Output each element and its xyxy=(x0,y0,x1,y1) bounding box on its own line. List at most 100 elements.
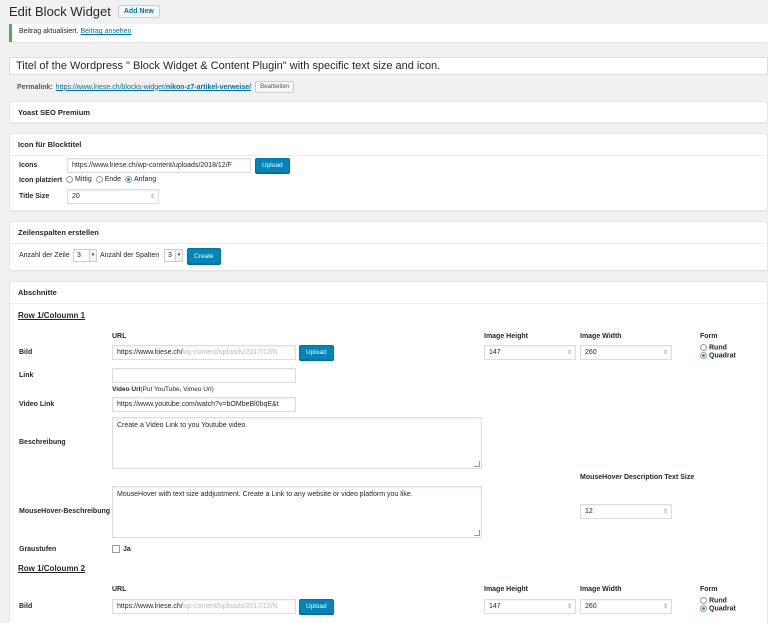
row1-video-hint: Video Url(Put YouTube, Vimeo Url) xyxy=(112,386,214,393)
resize-grip-icon[interactable] xyxy=(474,461,480,467)
row1-video-label: Video Link xyxy=(19,401,55,408)
row1-gray-label: Graustufen xyxy=(19,546,57,553)
permalink-label: Permalink: xyxy=(17,83,53,91)
row1-heading: Row 1/Coloumn 1 xyxy=(18,311,86,320)
row1-mh-textarea[interactable]: MouseHover with text size addjustment. C… xyxy=(112,486,482,538)
row1-form-quadrat[interactable]: Quadrat xyxy=(700,352,736,360)
row1-url-input[interactable]: https://www.lriese.ch/wp-content/uploads… xyxy=(112,345,296,360)
row1-desc-value: Create a Video Link to you Youtube video… xyxy=(117,422,248,429)
select-arrow-icon: ▾ xyxy=(89,250,96,261)
create-button[interactable]: Create xyxy=(187,248,221,264)
spinner-icon[interactable]: ⇕ xyxy=(663,600,668,613)
spinner-icon[interactable]: ⇕ xyxy=(663,346,668,359)
cols-count-select[interactable]: 3 ▾ xyxy=(164,249,183,262)
row1-width-input[interactable]: 260 ⇕ xyxy=(580,345,672,360)
row2-url-header: URL xyxy=(112,586,127,593)
resize-grip-icon[interactable] xyxy=(474,530,480,536)
row2-form-header: Form xyxy=(700,586,718,593)
radio-mittig-label: Mittig xyxy=(75,176,92,184)
yoast-box: Yoast SEO Premium xyxy=(9,101,768,123)
row1-bild-label: Bild xyxy=(19,349,33,356)
row1-desc-label: Beschreibung xyxy=(19,439,66,446)
title-size-label: Title Size xyxy=(19,193,50,200)
row1-mh-size-input[interactable]: 12 ⇕ xyxy=(580,504,672,519)
row2-form-quadrat[interactable]: Quadrat xyxy=(700,605,736,613)
radio-anfang-circle[interactable] xyxy=(125,176,132,183)
title-size-input[interactable]: 20 ⇕ xyxy=(67,189,159,204)
radio-quadrat-label: Quadrat xyxy=(709,605,736,613)
row1-height-input[interactable]: 147 ⇕ xyxy=(484,345,576,360)
row1-link-label: Link xyxy=(19,372,34,379)
icon-box: Icon für Blocktitel Icons https://www.lr… xyxy=(9,133,768,211)
row2-width-input[interactable]: 260 ⇕ xyxy=(580,599,672,614)
icons-url-input[interactable]: https://www.lriese.ch/wp-content/uploads… xyxy=(67,158,251,173)
row2-upload-button[interactable]: Upload xyxy=(299,599,334,614)
permalink-link[interactable]: https://www.lriese.ch/blocks-widget/niko… xyxy=(56,84,251,91)
radio-quadrat-circle[interactable] xyxy=(700,352,707,360)
radio-rund-label: Rund xyxy=(709,344,727,352)
row2-url-faded: wp-content/uploads/2017/12/N xyxy=(182,603,278,610)
edit-permalink-button[interactable]: Bearbeiten xyxy=(255,81,295,93)
icon-box-title[interactable]: Icon für Blocktitel xyxy=(10,134,767,156)
row1-link-input[interactable] xyxy=(112,368,296,383)
yoast-title[interactable]: Yoast SEO Premium xyxy=(10,102,767,124)
row1-desc-textarea[interactable]: Create a Video Link to you Youtube video… xyxy=(112,417,482,469)
row1-height-value: 147 xyxy=(489,349,501,356)
radio-anfang-label: Anfang xyxy=(134,176,157,184)
row2-width-header: Image Width xyxy=(580,586,622,593)
sections-box: Abschnitte Row 1/Coloumn 1 URL Image Hei… xyxy=(9,281,768,623)
radio-quadrat-circle[interactable] xyxy=(700,605,707,613)
row1-url-value: https://www.lriese.ch/ xyxy=(117,349,183,356)
row1-width-header: Image Width xyxy=(580,333,622,340)
row2-height-header: Image Height xyxy=(484,586,528,593)
row2-url-value: https://www.lriese.ch/ xyxy=(117,603,183,610)
row2-form-rund[interactable]: Rund xyxy=(700,597,736,604)
row1-form-rund[interactable]: Rund xyxy=(700,344,736,351)
radio-rund-circle[interactable] xyxy=(700,597,707,604)
row1-mh-size-label: MouseHover Description Text Size xyxy=(580,474,695,481)
row1-mh-label: MouseHover-Beschreibung xyxy=(19,508,111,515)
update-notice: Beitrag aktualisiert. Beitrag ansehen xyxy=(9,24,768,42)
permalink-slug: nikon-z7-artikel-verweise/ xyxy=(165,83,252,91)
row1-gray-option-label: Ja xyxy=(123,545,131,553)
post-title-input[interactable]: Titel of the Wordpress " Block Widget & … xyxy=(9,57,768,75)
row1-upload-button[interactable]: Upload xyxy=(299,345,334,360)
view-post-link[interactable]: Beitrag ansehen xyxy=(80,28,131,35)
row1-form-header: Form xyxy=(700,333,718,340)
radio-ende-circle[interactable] xyxy=(95,176,103,183)
row1-height-header: Image Height xyxy=(484,333,528,340)
radio-mittig-circle[interactable] xyxy=(66,176,73,183)
row1-mh-value: MouseHover with text size addjustment. C… xyxy=(117,491,413,498)
radio-ende[interactable]: Ende xyxy=(95,176,122,184)
grayscale-checkbox[interactable] xyxy=(112,545,120,553)
radio-ende-label: Ende xyxy=(104,176,122,184)
permalink-base: https://www.lriese.ch/blocks-widget/ xyxy=(55,83,166,91)
spinner-icon[interactable]: ⇕ xyxy=(567,346,572,359)
row2-height-input[interactable]: 147 ⇕ xyxy=(484,599,576,614)
rows-count-label: Anzahl der Zeile xyxy=(19,252,70,259)
icons-label: Icons xyxy=(19,162,38,169)
radio-rund-circle[interactable] xyxy=(700,344,707,351)
row2-bild-label: Bild xyxy=(19,603,33,610)
row2-url-input[interactable]: https://www.lriese.ch/wp-content/uploads… xyxy=(112,599,296,614)
sections-title[interactable]: Abschnitte xyxy=(10,282,767,304)
radio-anfang[interactable]: Anfang xyxy=(125,176,156,183)
row1-video-heading: Video Url xyxy=(112,386,141,393)
rows-count-select[interactable]: 3 ▾ xyxy=(73,249,97,262)
icon-upload-button[interactable]: Upload xyxy=(255,158,290,173)
add-new-button[interactable]: Add New xyxy=(117,5,160,18)
row1-video-hint-text: (Put YouTube, Vimeo Url) xyxy=(140,386,214,393)
row1-video-input[interactable]: https://www.youtube.com/watch?v=bOMbeBl0… xyxy=(112,397,296,412)
icon-position-options: Mittig Ende Anfang xyxy=(66,176,156,183)
rows-box-title[interactable]: Zeilenspalten erstellen xyxy=(10,222,767,244)
row2-width-value: 260 xyxy=(585,603,597,610)
row1-gray-option[interactable]: Ja xyxy=(112,545,131,553)
spinner-icon[interactable]: ⇕ xyxy=(150,190,155,203)
page-title: Edit Block Widget xyxy=(9,4,111,19)
spinner-icon[interactable]: ⇕ xyxy=(663,505,668,518)
row1-mh-size-value: 12 xyxy=(585,508,593,515)
spinner-icon[interactable]: ⇕ xyxy=(567,600,572,613)
page-header: Edit Block Widget Add New xyxy=(9,4,160,19)
radio-mittig[interactable]: Mittig xyxy=(66,176,92,183)
row2-form-options: Rund Quadrat xyxy=(700,597,736,613)
